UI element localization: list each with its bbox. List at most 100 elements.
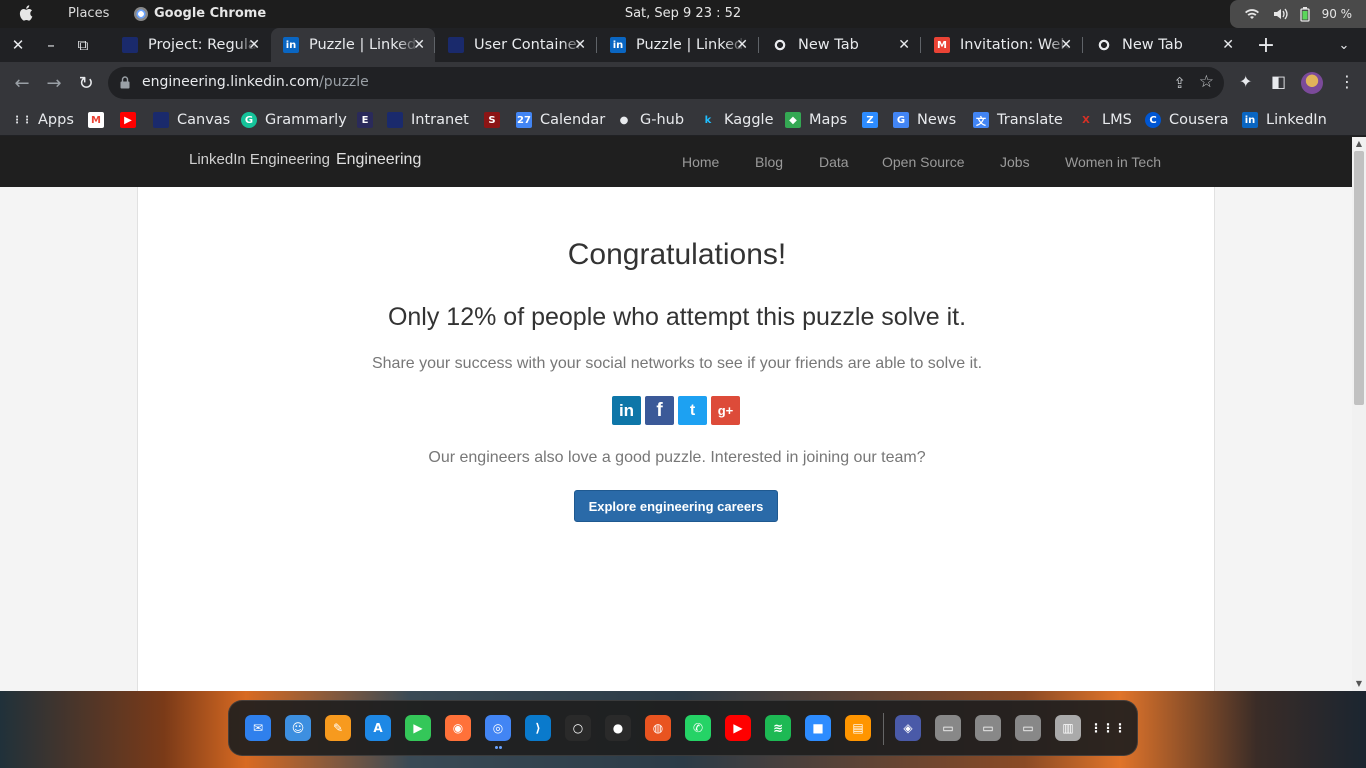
bookmark-gmail[interactable]: M [88,109,112,131]
bookmark-stanford[interactable]: S [484,109,508,131]
drive-icon[interactable]: ▭ [975,715,1001,741]
twitter-share-icon[interactable]: t [678,396,707,425]
bookmark-maps[interactable]: ◆ Maps [785,109,847,131]
browser-tab[interactable]: New Tab ✕ [1084,28,1244,62]
nav-blog[interactable]: Blog [755,154,783,170]
forward-button[interactable]: → [41,70,67,96]
drive-icon[interactable]: ▭ [1015,715,1041,741]
spotify-icon[interactable]: ≋ [765,715,791,741]
tab-close-icon[interactable]: ✕ [413,37,425,53]
app-store-icon[interactable]: A [365,715,391,741]
tab-close-icon[interactable]: ✕ [736,37,748,53]
back-button[interactable]: ← [9,70,35,96]
new-tab-button[interactable]: + [1254,28,1278,62]
chrome-icon[interactable]: ◎ [485,715,511,741]
bookmark-label: Canvas [177,112,231,128]
drive-icon[interactable]: ▭ [935,715,961,741]
share-icon[interactable]: ⇪ [1173,74,1186,92]
youtube-icon[interactable]: ▶ [725,715,751,741]
firefox-icon[interactable]: ◉ [445,715,471,741]
bookmark-intranet[interactable]: Intranet [387,109,469,131]
bookmark-cousera[interactable]: C Cousera [1145,109,1229,131]
pages-icon[interactable]: ✎ [325,715,351,741]
mail-icon[interactable]: ✉ [245,715,271,741]
bookmark-g-hub[interactable]: ● G-hub [616,109,684,131]
network-icon[interactable]: ◈ [895,715,921,741]
bookmark-calendar[interactable]: 27 Calendar [516,109,605,131]
zoom-icon[interactable]: ■ [805,715,831,741]
places-menu[interactable]: Places [68,6,109,21]
bookmark-translate[interactable]: 文 Translate [973,109,1063,131]
ubuntu-icon[interactable]: ◍ [645,715,671,741]
scroll-up-icon[interactable]: ▲ [1352,138,1366,150]
url-text[interactable]: engineering.linkedin.com/puzzle [142,74,369,90]
bookmark-star-icon[interactable]: ☆ [1199,72,1214,92]
bookmark-kaggle[interactable]: k Kaggle [700,109,774,131]
browser-tab[interactable]: in Puzzle | LinkedIn ✕ [598,28,758,62]
bookmark-zoom[interactable]: Z [862,109,886,131]
bookmark-news[interactable]: G News [893,109,956,131]
vscode-icon[interactable]: ⟩ [525,715,551,741]
bookmark-label: Translate [997,112,1063,128]
lock-icon[interactable] [120,76,130,89]
nav-data[interactable]: Data [819,154,849,170]
apple-logo-icon[interactable] [18,4,36,22]
page-scrollbar[interactable]: ▲ ▼ [1352,137,1366,691]
bookmark-grammarly[interactable]: G Grammarly [241,109,347,131]
browser-tab[interactable]: in Puzzle | LinkedIn ✕ [271,28,435,62]
tab-close-icon[interactable]: ✕ [898,37,910,53]
extensions-puzzle-icon[interactable]: ✦ [1239,72,1252,91]
nav-home[interactable]: Home [682,154,719,170]
youtube-icon: ▶ [120,112,136,128]
system-tray[interactable]: 90 % [1230,0,1366,28]
tab-title: Puzzle | LinkedIn [309,37,419,53]
whatsapp-icon[interactable]: ✆ [685,715,711,741]
trash-icon[interactable]: ▥ [1055,715,1081,741]
nav-jobs[interactable]: Jobs [1000,154,1030,170]
github-desktop-icon[interactable]: ● [605,715,631,741]
restore-window-icon[interactable]: ⧉ [67,28,99,62]
tab-close-icon[interactable]: ✕ [1222,37,1234,53]
profile-avatar[interactable] [1301,72,1323,94]
tab-close-icon[interactable]: ✕ [574,37,586,53]
facebook-share-icon[interactable]: f [645,396,674,425]
facetime-icon[interactable]: ▶ [405,715,431,741]
chrome-icon [1096,37,1112,53]
bookmark-e[interactable]: E [357,109,381,131]
linkedin-share-icon[interactable]: in [612,396,641,425]
side-panel-icon[interactable]: ◧ [1271,72,1286,91]
finder-icon[interactable]: ☺ [285,715,311,741]
active-app-menu[interactable]: Google Chrome [134,6,266,21]
minimize-window-icon[interactable]: – [35,28,67,62]
scrollbar-thumb[interactable] [1354,151,1364,405]
explore-careers-button[interactable]: Explore engineering careers [574,490,778,522]
bookmark-linkedin[interactable]: in LinkedIn [1242,109,1327,131]
kaggle-icon: k [704,114,712,126]
jupyter-icon[interactable]: ○ [565,715,591,741]
bookmark-youtube[interactable]: ▶ [120,109,144,131]
browser-tab[interactable]: Project: Regular Expression✕ [110,28,270,62]
bookmark-apps[interactable]: ⋮⋮ Apps [12,109,74,131]
apps-grid-icon: ⋮⋮ [12,114,32,126]
tab-search-chevron-icon[interactable]: ⌄ [1334,28,1354,62]
nav-women-in-tech[interactable]: Women in Tech [1065,154,1161,170]
close-window-icon[interactable]: ✕ [2,28,34,62]
browser-tab[interactable]: New Tab ✕ [760,28,920,62]
nav-open-source[interactable]: Open Source [882,154,965,170]
googleplus-share-icon[interactable]: g+ [711,396,740,425]
tab-close-icon[interactable]: ✕ [248,37,260,53]
browser-tab[interactable]: User Containers ✕ [436,28,596,62]
bookmark-canvas[interactable]: Canvas [153,109,230,131]
books-icon[interactable]: ▤ [845,715,871,741]
tab-close-icon[interactable]: ✕ [1060,37,1072,53]
chrome-menu-icon[interactable]: ⋮ [1339,72,1355,91]
running-indicator [499,746,502,749]
browser-tab[interactable]: M Invitation: Welcome✕ [922,28,1082,62]
app-grid-icon[interactable]: ⋮⋮⋮ [1090,715,1126,741]
address-bar[interactable]: engineering.linkedin.com/puzzle ⇪ ☆ [108,67,1224,99]
tab-title: New Tab [1122,37,1183,53]
bookmark-lms[interactable]: X LMS [1078,109,1132,131]
site-brand[interactable]: LinkedIn Engineering Engineering [189,151,421,169]
reload-button[interactable]: ↻ [73,70,99,96]
scroll-down-icon[interactable]: ▼ [1352,678,1366,690]
